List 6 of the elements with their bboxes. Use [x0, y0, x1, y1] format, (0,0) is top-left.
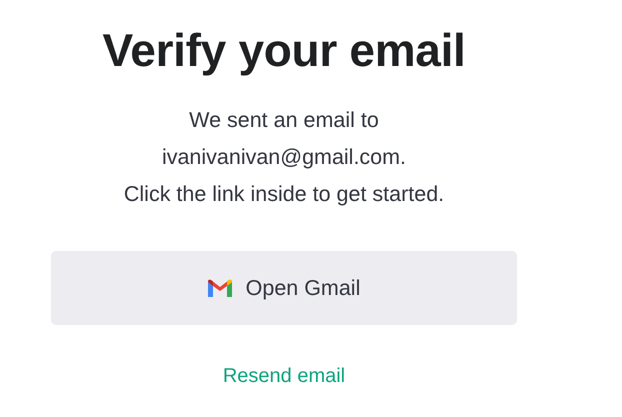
gmail-icon [208, 279, 232, 297]
page-title: Verify your email [102, 23, 466, 78]
message-text: We sent an email to [189, 107, 379, 134]
message-text: Click the link inside to get started. [124, 181, 444, 208]
open-gmail-button[interactable]: Open Gmail [51, 251, 517, 325]
message-text: ivanivanivan@gmail.com. [162, 144, 406, 171]
